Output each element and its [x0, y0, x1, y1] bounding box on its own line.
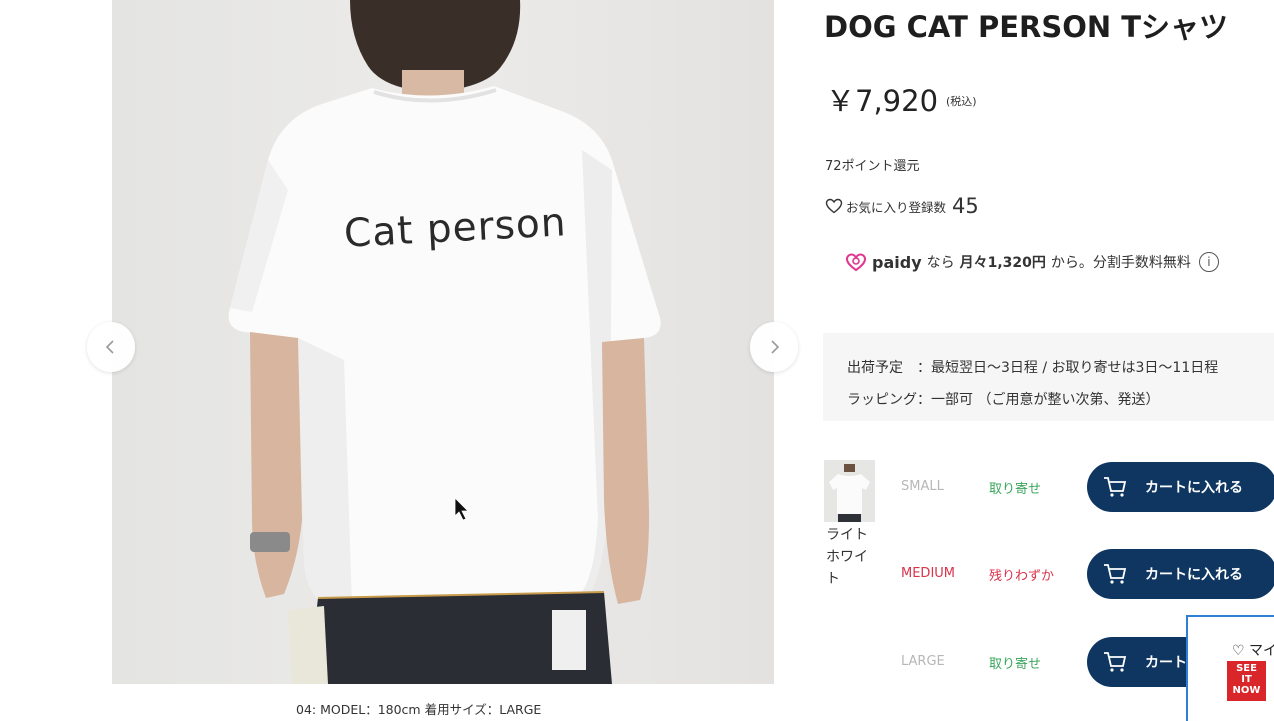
gallery-prev-button[interactable] — [87, 322, 135, 372]
product-title: DOG CAT PERSON Tシャツ — [824, 10, 1229, 44]
paidy-brand: paidy — [872, 252, 922, 272]
add-to-cart-button-small[interactable]: カートに入れる — [1087, 462, 1274, 512]
shipping-schedule: 出荷予定 ：最短翌日〜3日程 / お取り寄せは3日〜11日程 — [847, 360, 1219, 376]
favorite-label: お気に入り登録数 — [846, 199, 947, 215]
paidy-installment[interactable]: paidy なら 月々1,320円 から。分割手数料無料 i — [845, 252, 1219, 272]
shirt-thumbnail-image — [824, 460, 875, 522]
size-large: LARGE — [901, 654, 945, 669]
stock-status-medium: 残りわずか — [989, 569, 1055, 584]
variant-thumbnail[interactable] — [824, 460, 875, 522]
cart-icon — [1104, 652, 1127, 672]
chevron-left-icon — [105, 340, 114, 354]
paidy-monthly: 月々1,320円 — [959, 255, 1046, 271]
see-it-now-badge[interactable]: SEE IT NOW — [1227, 661, 1266, 701]
product-page: Cat person 04: MODEL：180cm 着用サイズ：LARGE D… — [0, 0, 1274, 721]
paidy-prefix: なら — [926, 255, 955, 271]
stock-status-small: 取り寄せ — [989, 482, 1042, 497]
model-photo-illustration — [228, 0, 661, 684]
favorite-count[interactable]: お気に入り登録数 45 — [825, 194, 979, 218]
cart-icon — [1104, 477, 1127, 497]
badge-line-1: SEE — [1236, 663, 1257, 674]
photo-caption: 04: MODEL：180cm 着用サイズ：LARGE — [296, 702, 542, 717]
add-to-cart-label: カートに入れる — [1145, 480, 1243, 496]
add-to-cart-label: カート — [1145, 655, 1187, 671]
chevron-right-icon — [771, 340, 780, 354]
variant-color-name: ライトホワイト — [826, 527, 868, 587]
add-to-cart-label: カートに入れる — [1145, 567, 1243, 583]
shipping-info: 出荷予定 ：最短翌日〜3日程 / お取り寄せは3日〜11日程 ラッピング：一部可… — [823, 333, 1274, 421]
size-small: SMALL — [901, 479, 944, 494]
gallery-next-button[interactable] — [750, 322, 798, 372]
tax-note: (税込) — [946, 95, 977, 108]
cart-icon — [1104, 564, 1127, 584]
add-to-cart-button-medium[interactable]: カートに入れる — [1087, 549, 1274, 599]
favorite-number: 45 — [952, 194, 979, 218]
points-reward: 72ポイント還元 — [825, 159, 920, 174]
badge-line-3: NOW — [1232, 685, 1261, 696]
paidy-suffix: から。分割手数料無料 — [1050, 255, 1191, 271]
my-list-label[interactable]: ♡ マイ — [1232, 640, 1274, 660]
product-price: ￥7,920 — [826, 84, 939, 118]
heart-icon — [825, 198, 843, 214]
product-photo[interactable]: Cat person — [112, 0, 774, 684]
badge-line-2: IT — [1241, 674, 1252, 685]
size-medium: MEDIUM — [901, 566, 956, 581]
paidy-logo-icon — [845, 253, 867, 272]
wrapping-info: ラッピング：一部可 （ご用意が整い次第、発送） — [847, 392, 1160, 408]
info-icon[interactable]: i — [1198, 252, 1219, 272]
stock-status-large: 取り寄せ — [989, 657, 1042, 672]
